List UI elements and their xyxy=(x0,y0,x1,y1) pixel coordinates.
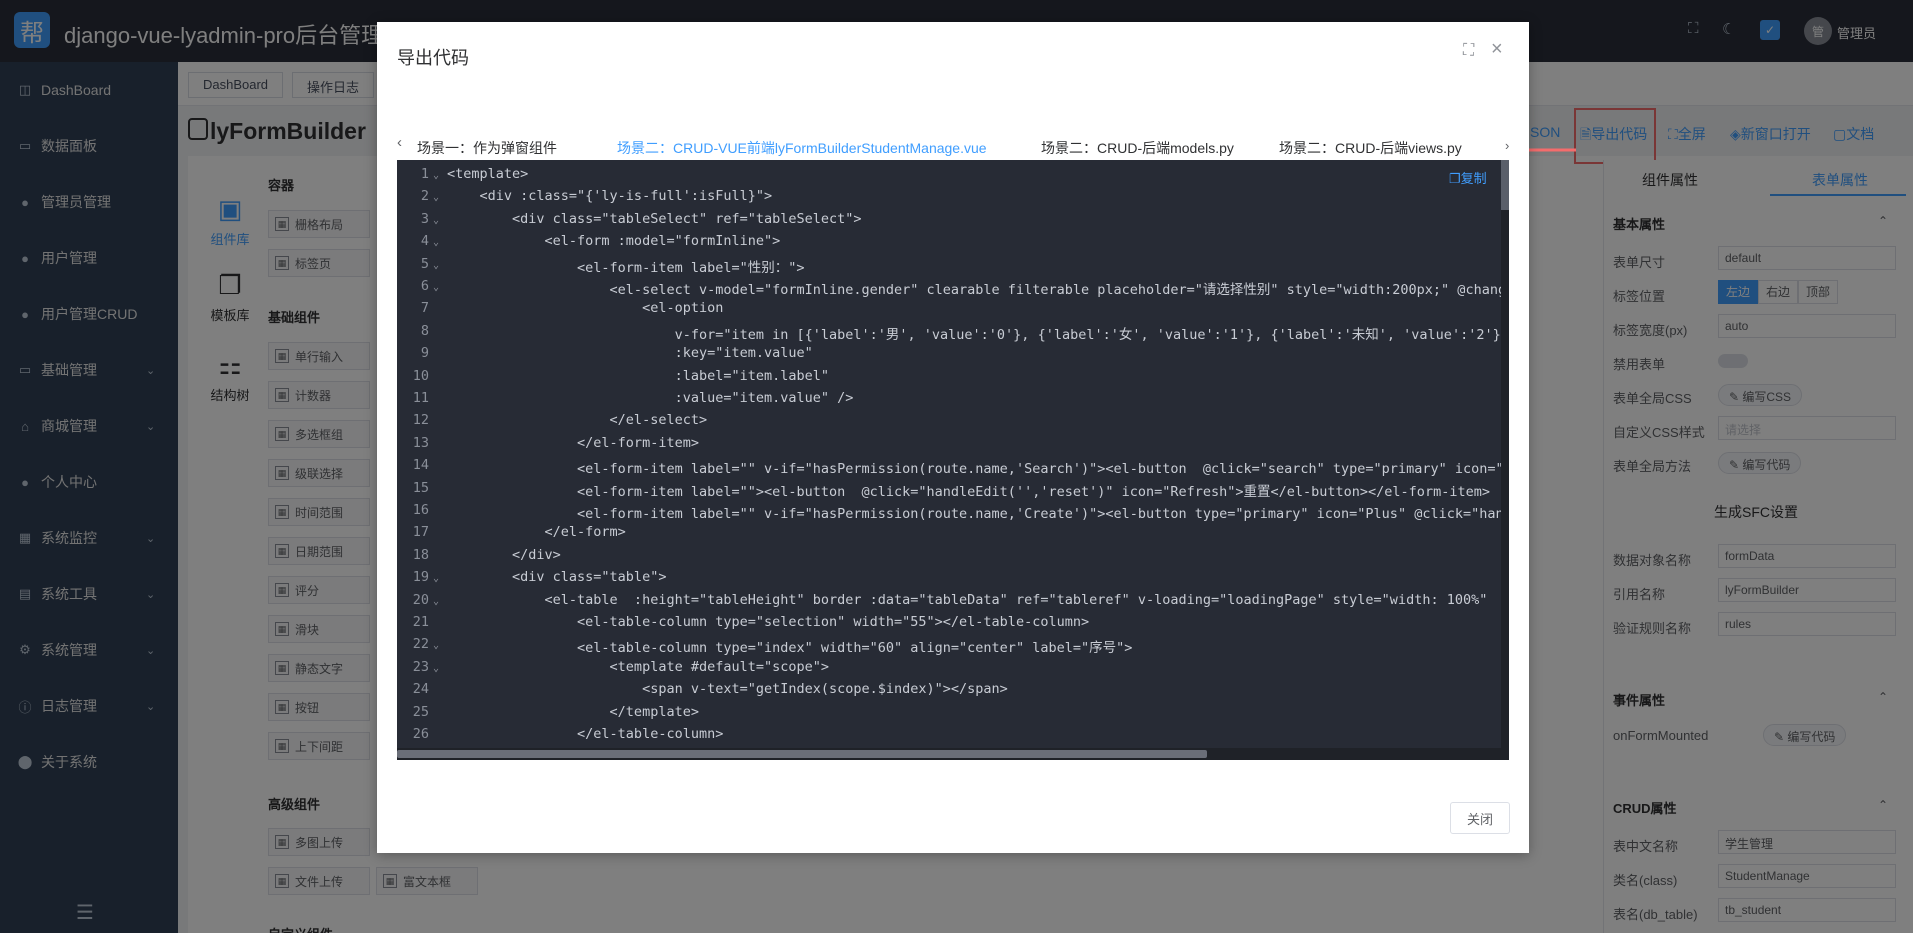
tab-scene2-vue[interactable]: 场景二：CRUD-VUE前端lyFormBuilderStudentManage… xyxy=(617,138,987,158)
fold-icon[interactable]: ⌄ xyxy=(433,282,439,293)
close-icon[interactable]: × xyxy=(1491,38,1503,61)
code-line: <el-form-item label="" v-if="hasPermissi… xyxy=(577,461,1509,478)
code-line: </el-select> xyxy=(447,412,708,429)
vertical-scrollbar[interactable] xyxy=(1501,160,1509,760)
fold-icon[interactable]: ⌄ xyxy=(433,573,439,584)
fold-icon[interactable]: ⌄ xyxy=(433,260,439,271)
code-line: <el-form-item label=""><el-button @click… xyxy=(447,483,1490,500)
tab-scene1-dialog[interactable]: 场景一：作为弹窗组件 xyxy=(417,138,557,158)
line-number: 11 xyxy=(412,390,429,406)
code-line: <div :class="{'ly-is-full':isFull}"> xyxy=(447,188,773,205)
code-line: <el-table-column type="selection" width=… xyxy=(447,614,1090,630)
code-line: <el-option xyxy=(447,300,724,317)
line-number: 14 xyxy=(412,457,429,474)
fold-icon[interactable]: ⌄ xyxy=(433,640,439,651)
code-editor[interactable]: 1 ⌄ 2 ⌄ 3 ⌄ 4 ⌄ 5 ⌄ 6 ⌄ 7 8 9 10 11 12 13 14 15 16 17 18 19 ⌄ 20 ⌄ 2… xyxy=(397,160,1509,760)
line-number: 24 xyxy=(412,681,429,698)
code-line: <el-table-column type="index" width="60"… xyxy=(447,640,1133,657)
code-line: <el-select v-model="formInline.gender" c… xyxy=(447,282,1509,298)
maximize-icon[interactable]: ⛶ xyxy=(1463,42,1474,60)
close-button[interactable]: 关闭 xyxy=(1450,802,1510,834)
code-line: </el-table-column> xyxy=(447,726,724,742)
code-line: v-for="item in [{'label':'男', 'value':'0… xyxy=(447,326,1509,343)
line-number: 2 xyxy=(420,188,429,205)
code-line: :label="item.label" xyxy=(447,367,830,384)
line-gutter: 1 ⌄ 2 ⌄ 3 ⌄ 4 ⌄ 5 ⌄ 6 ⌄ 7 8 9 10 11 12 13 14 15 16 17 18 19 ⌄ 20 ⌄ 2… xyxy=(397,160,447,760)
tab-scene2-views[interactable]: 场景二：CRUD-后端views.py xyxy=(1279,138,1462,158)
code-line: </template> xyxy=(447,703,699,720)
code-line: :key="item.value" xyxy=(447,345,813,362)
fold-icon[interactable]: ⌄ xyxy=(433,192,439,203)
line-number: 1 xyxy=(420,166,429,182)
line-number: 23 xyxy=(412,658,429,675)
tab-scene2-models[interactable]: 场景二：CRUD-后端models.py xyxy=(1041,138,1234,158)
code-line: <el-form-item label="性别："> xyxy=(447,259,805,276)
line-number: 15 xyxy=(412,479,429,496)
copy-icon: ❐ xyxy=(1449,171,1461,186)
line-number: 13 xyxy=(412,434,429,451)
code-line: <span v-text="getIndex(scope.$index)"></… xyxy=(447,681,1008,698)
code-line: :value="item.value" /> xyxy=(447,390,854,406)
line-number: 3 xyxy=(420,210,429,227)
line-number: 8 xyxy=(420,322,429,339)
chevron-right-icon[interactable]: › xyxy=(1505,138,1509,153)
line-number: 16 xyxy=(412,502,429,518)
line-number: 22 xyxy=(412,636,429,653)
code-line: </div> xyxy=(447,546,561,563)
line-number: 17 xyxy=(412,524,429,541)
line-number: 9 xyxy=(420,345,429,362)
horizontal-scroll-thumb[interactable] xyxy=(397,750,1207,758)
code-line: <el-table :height="tableHeight" border :… xyxy=(544,591,1509,608)
code-line: <template #default="scope"> xyxy=(447,658,830,675)
line-number: 18 xyxy=(412,546,429,563)
code-line: </el-form-item> xyxy=(447,434,699,451)
line-number: 26 xyxy=(412,726,429,742)
line-number: 4 xyxy=(420,233,429,250)
fold-icon[interactable]: ⌄ xyxy=(433,596,439,607)
code-line: <el-form :model="formInline"> xyxy=(447,233,781,250)
chevron-left-icon[interactable]: ‹ xyxy=(397,134,402,151)
line-number: 5 xyxy=(420,255,429,272)
line-number: 6 xyxy=(420,278,429,294)
line-number: 7 xyxy=(420,300,429,317)
copy-button[interactable]: ❐复制 xyxy=(1449,168,1487,187)
export-code-dialog: 导出代码 ⛶ × ‹ 场景一：作为弹窗组件 场景二：CRUD-VUE前端lyFo… xyxy=(377,22,1529,853)
dialog-title: 导出代码 xyxy=(397,48,469,68)
code-line: </el-form> xyxy=(447,524,626,541)
fold-icon[interactable]: ⌄ xyxy=(433,170,439,181)
fold-icon[interactable]: ⌄ xyxy=(433,663,439,674)
line-number: 12 xyxy=(412,412,429,429)
code-line: <el-form-item label="" v-if="hasPermissi… xyxy=(577,506,1509,522)
line-number: 20 xyxy=(412,591,429,608)
code-line: <div class="tableSelect" ref="tableSelec… xyxy=(447,210,862,227)
code-line: <div class="table"> xyxy=(447,569,667,586)
line-number: 10 xyxy=(412,367,429,384)
line-number: 19 xyxy=(412,569,429,586)
code-line: <template> xyxy=(447,166,529,182)
line-number: 21 xyxy=(412,614,429,630)
vertical-scroll-thumb[interactable] xyxy=(1501,160,1509,210)
fold-icon[interactable]: ⌄ xyxy=(433,215,439,226)
line-number: 25 xyxy=(412,703,429,720)
fold-icon[interactable]: ⌄ xyxy=(433,237,439,248)
